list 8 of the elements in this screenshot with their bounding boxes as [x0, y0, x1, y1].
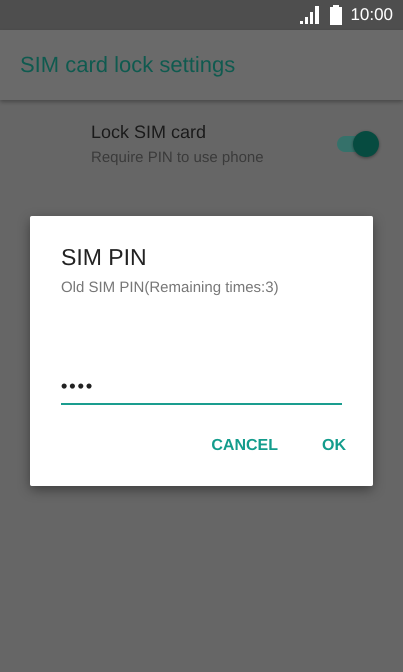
- page-title: SIM card lock settings: [20, 52, 236, 78]
- dialog-button[interactable]: CANCEL: [199, 429, 290, 463]
- dialog-button[interactable]: OK: [310, 429, 358, 463]
- battery-icon: [330, 5, 342, 25]
- dialog-title: SIM PIN: [61, 244, 148, 271]
- setting-title: Lock SIM card: [91, 122, 208, 143]
- status-time: 10:00: [350, 5, 393, 25]
- dialog-message: Old SIM PIN(Remaining times:3): [61, 279, 280, 296]
